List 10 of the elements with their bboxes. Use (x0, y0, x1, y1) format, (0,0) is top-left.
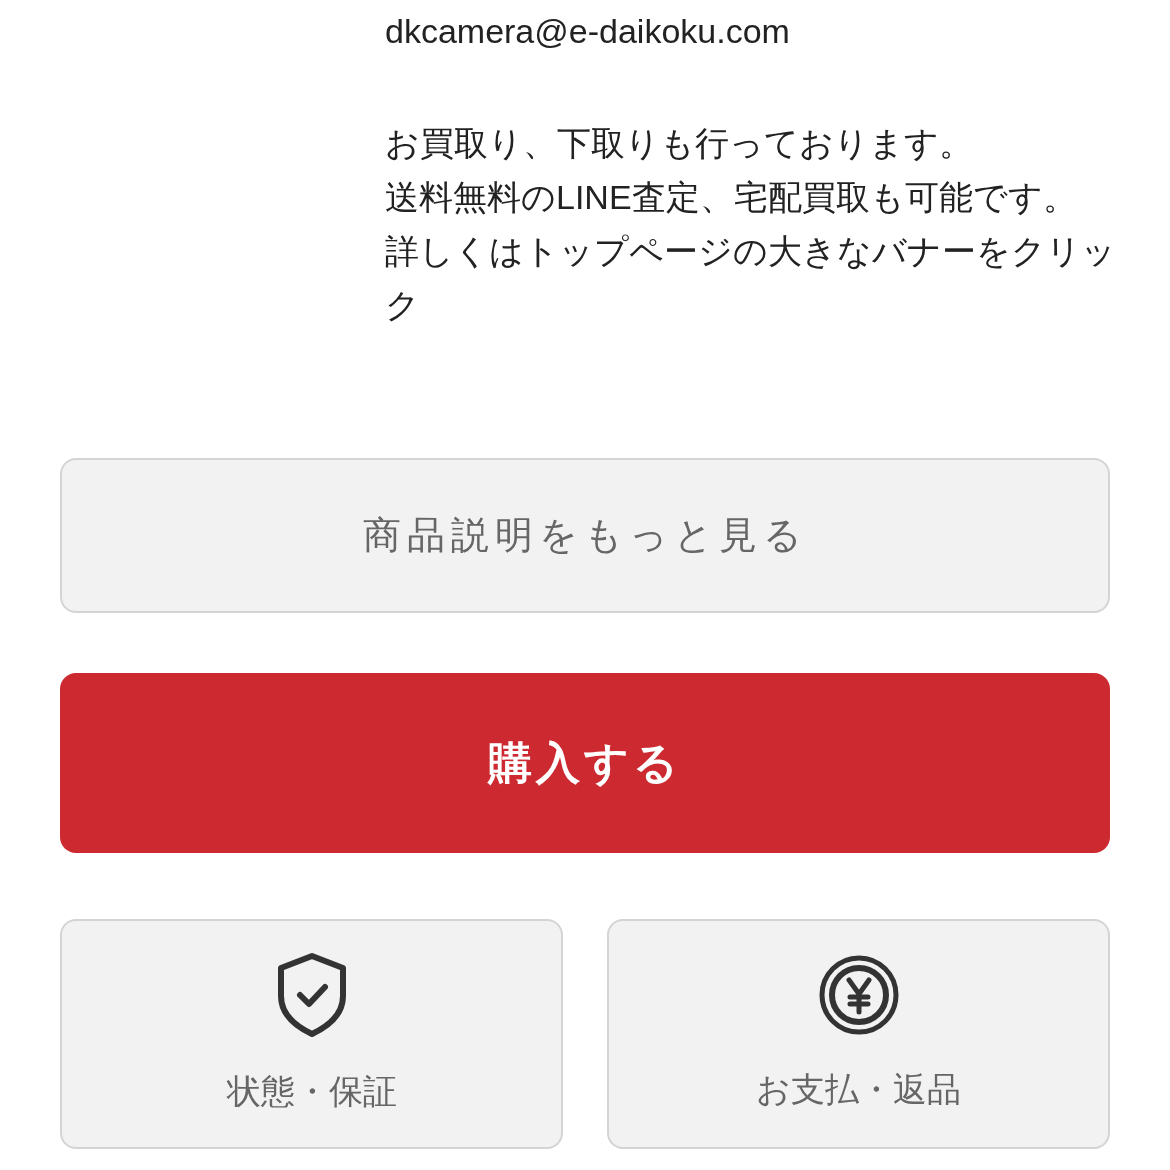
shield-check-icon (275, 951, 348, 1038)
show-more-button[interactable]: 商品説明をもっと見る (60, 458, 1110, 613)
purchase-button[interactable]: 購入する (60, 673, 1110, 853)
note-text: 詳しくはトップページの大きなバナーをクリック (385, 231, 1117, 326)
note-text: お買取り、下取りも行っております。 (385, 123, 974, 164)
note-text: 送料無料のLINE査定、宅配買取も可能です。 (385, 177, 1078, 218)
email-text: dkcamera@e-daikoku.com (385, 11, 791, 52)
info-card-button[interactable]: お支払・返品 (607, 919, 1110, 1149)
yen-coin-icon (817, 953, 900, 1036)
info-card-button[interactable]: 状態・保証 (60, 919, 563, 1149)
